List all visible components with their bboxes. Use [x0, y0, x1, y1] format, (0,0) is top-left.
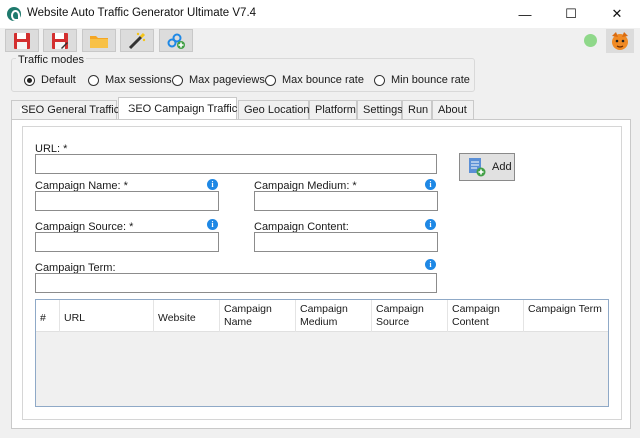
- column-header-campaign-content[interactable]: Campaign Content: [448, 300, 524, 332]
- mode-max-sessions-radio[interactable]: Max sessions: [88, 74, 172, 86]
- add-button[interactable]: Add: [459, 153, 515, 181]
- radio-dot-icon: [88, 74, 99, 86]
- maximize-button[interactable]: ☐: [548, 0, 594, 28]
- campaign-source-info-icon[interactable]: i: [207, 219, 218, 230]
- tab-geo-location[interactable]: Geo Location: [238, 100, 309, 119]
- mode-min-bounce-rate-radio[interactable]: Min bounce rate: [374, 74, 470, 86]
- campaign-source-input[interactable]: [35, 232, 219, 252]
- campaign-form-group: URL: * Campaign Name: * i Campaign Mediu…: [22, 126, 622, 420]
- save-as-button[interactable]: [43, 29, 77, 52]
- add-link-button[interactable]: [159, 29, 193, 52]
- column-header-campaign-source[interactable]: Campaign Source: [372, 300, 448, 332]
- tab-about[interactable]: About: [432, 100, 474, 119]
- column-header-website[interactable]: Website: [154, 300, 220, 332]
- campaign-medium-info-icon[interactable]: i: [425, 179, 436, 190]
- mode-max-bounce-rate-radio[interactable]: Max bounce rate: [265, 74, 364, 86]
- wizard-button[interactable]: [120, 29, 154, 52]
- radio-dot-icon: [374, 74, 385, 86]
- tab-run[interactable]: Run: [402, 100, 432, 119]
- tab-seo-campaign-traffic[interactable]: SEO Campaign Traffic: [118, 97, 237, 119]
- campaign-content-info-icon[interactable]: i: [425, 219, 436, 230]
- campaign-table[interactable]: # URL Website Campaign Name Campaign Med…: [35, 299, 609, 407]
- mode-default-radio[interactable]: Default: [24, 74, 76, 86]
- traffic-modes-legend: Traffic modes: [16, 54, 87, 66]
- column-header-campaign-medium[interactable]: Campaign Medium: [296, 300, 372, 332]
- tab-seo-general-traffic[interactable]: SEO General Traffic: [11, 100, 119, 119]
- column-header-url[interactable]: URL: [60, 300, 154, 332]
- toolbar: [0, 28, 640, 54]
- close-button[interactable]: ✕: [594, 0, 640, 28]
- column-header-campaign-name[interactable]: Campaign Name: [220, 300, 296, 332]
- campaign-name-input[interactable]: [35, 191, 219, 211]
- radio-dot-icon: [172, 74, 183, 86]
- status-indicator: [584, 34, 597, 47]
- mascot-icon[interactable]: [606, 29, 634, 53]
- radio-dot-icon: [24, 74, 35, 86]
- campaign-term-input[interactable]: [35, 273, 437, 293]
- add-button-label: Add: [492, 161, 512, 173]
- radio-dot-icon: [265, 74, 276, 86]
- save-icon: [14, 32, 30, 49]
- url-input[interactable]: [35, 154, 437, 174]
- title-bar: Website Auto Traffic Generator Ultimate …: [0, 0, 640, 28]
- column-header-number[interactable]: #: [36, 300, 60, 332]
- open-folder-icon: [90, 35, 108, 48]
- campaign-name-info-icon[interactable]: i: [207, 179, 218, 190]
- campaign-content-input[interactable]: [254, 232, 438, 252]
- campaign-term-info-icon[interactable]: i: [425, 259, 436, 270]
- window-title: Website Auto Traffic Generator Ultimate …: [27, 7, 257, 19]
- column-header-campaign-term[interactable]: Campaign Term: [524, 300, 608, 332]
- mode-max-pageviews-radio[interactable]: Max pageviews: [172, 74, 265, 86]
- open-button[interactable]: [82, 29, 116, 52]
- table-header: # URL Website Campaign Name Campaign Med…: [36, 300, 608, 332]
- save-as-icon: [52, 32, 68, 49]
- tab-settings[interactable]: Settings: [357, 100, 403, 119]
- campaign-tab-panel: URL: * Campaign Name: * i Campaign Mediu…: [11, 119, 631, 429]
- tab-platform[interactable]: Platform: [309, 100, 357, 119]
- save-button[interactable]: [5, 29, 39, 52]
- campaign-medium-input[interactable]: [254, 191, 438, 211]
- minimize-button[interactable]: —: [502, 0, 548, 28]
- traffic-modes-group: Traffic modes Default Max sessions Max p…: [11, 54, 475, 92]
- add-document-icon: [469, 158, 486, 177]
- magic-wand-icon: [128, 32, 146, 49]
- add-link-icon: [167, 33, 185, 49]
- app-logo-icon: [7, 7, 21, 21]
